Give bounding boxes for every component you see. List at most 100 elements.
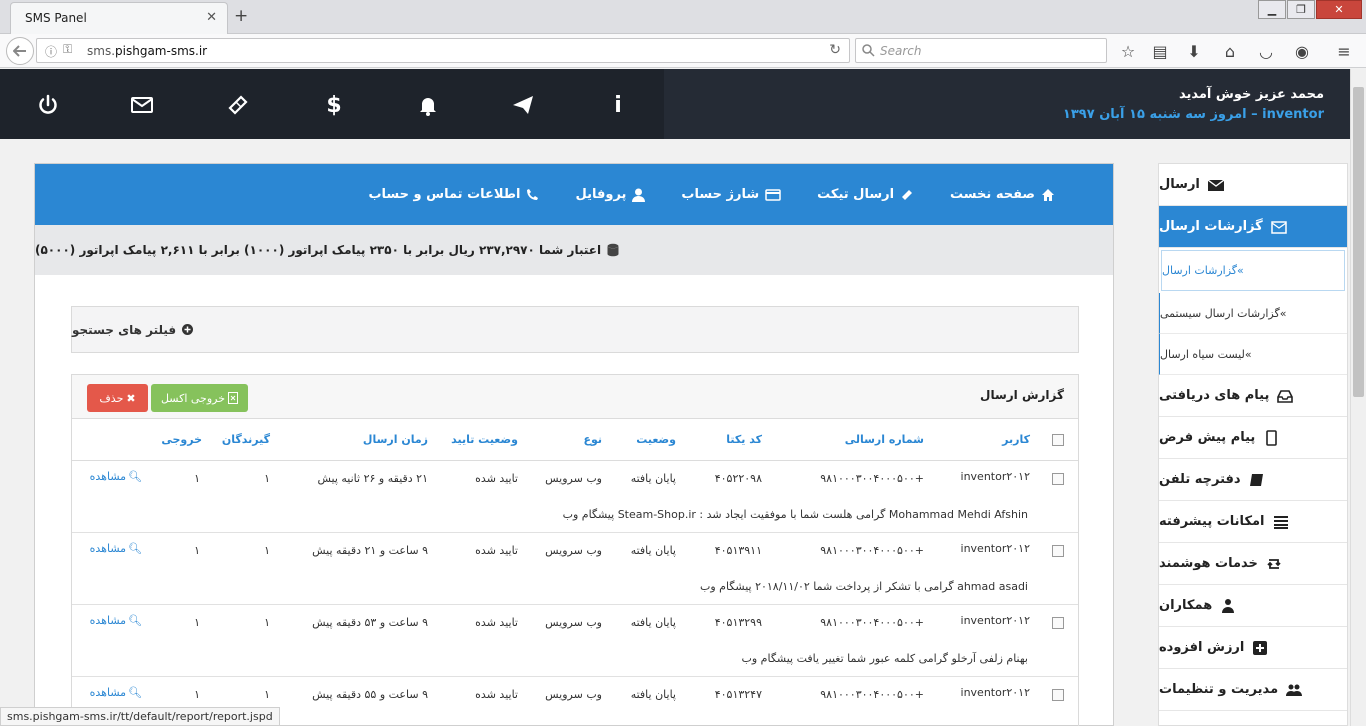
sidebar-subitem-system-reports[interactable]: » گزارشات ارسال سیستمی bbox=[1159, 293, 1347, 334]
column-recipients[interactable]: گیرندگان bbox=[222, 433, 270, 446]
delete-label: حذف bbox=[99, 391, 124, 405]
column-sender[interactable]: شماره ارسالی bbox=[845, 433, 924, 446]
delete-button[interactable]: ✖ حذف bbox=[87, 384, 148, 412]
plus-circle-icon bbox=[182, 324, 194, 335]
view-link[interactable]: 🔍︎ مشاهده bbox=[90, 686, 142, 699]
sidebar-item-value-added[interactable]: ارزش افزوده bbox=[1159, 627, 1347, 669]
reading-list-icon[interactable]: ▤ bbox=[1150, 41, 1170, 61]
sidebar-item-label: خدمات هوشمند bbox=[1159, 556, 1258, 571]
info-icon[interactable]: i bbox=[606, 93, 630, 118]
excel-export-button[interactable]: خروجی اکسل bbox=[151, 384, 248, 412]
row-checkbox[interactable] bbox=[1052, 473, 1064, 485]
row-checkbox[interactable] bbox=[1052, 617, 1064, 629]
sidebar-subitem-send-reports[interactable]: » گزارشات ارسال bbox=[1161, 250, 1345, 291]
home-icon[interactable]: ⌂ bbox=[1220, 41, 1240, 61]
cell-type: وب سرویس bbox=[545, 544, 602, 557]
search-icon: 🔍︎ bbox=[128, 686, 142, 699]
table-row: inventor۲۰۱۲ +۹۸۱۰۰۰۳۰۰۴۰۰۰۵۰۰ ۴۰۵۲۲۰۹۸ … bbox=[72, 461, 1078, 497]
cell-confirm: تایید شده bbox=[475, 616, 518, 629]
column-code[interactable]: کد یکتا bbox=[726, 433, 762, 446]
url-text: sms.pishgam-sms.ir bbox=[87, 44, 208, 58]
database-icon bbox=[607, 243, 619, 257]
nav-contact-label: اطلاعات تماس و حساب bbox=[368, 187, 521, 202]
cell-time: ۹ ساعت و ۵۳ دقیقه پیش bbox=[312, 616, 428, 629]
envelope-icon[interactable] bbox=[130, 93, 154, 117]
list-icon bbox=[1273, 515, 1288, 529]
new-tab-icon[interactable]: + bbox=[234, 6, 248, 26]
sidebar-item-label: همکاران bbox=[1159, 598, 1213, 613]
date-line: inventor – امروز سه شنبه ۱۵ آبان ۱۳۹۷ bbox=[1063, 107, 1324, 122]
cell-user: inventor۲۰۱۲ bbox=[960, 470, 1030, 483]
angle-double-left-icon: » bbox=[1244, 347, 1252, 361]
sidebar-item-label: ارسال bbox=[1159, 177, 1200, 192]
column-user[interactable]: کاربر bbox=[1002, 433, 1030, 446]
sidebar-item-default-message[interactable]: پیام پیش فرض bbox=[1159, 417, 1347, 459]
tab-close-icon[interactable]: ✕ bbox=[206, 10, 217, 25]
pocket-icon[interactable]: ◡ bbox=[1256, 41, 1276, 61]
column-type[interactable]: نوع bbox=[583, 433, 602, 446]
maximize-icon[interactable]: ❐ bbox=[1287, 0, 1315, 19]
inbox-icon bbox=[1277, 389, 1294, 403]
sidebar-item-colleagues[interactable]: همکاران bbox=[1159, 585, 1347, 627]
column-time[interactable]: زمان ارسال bbox=[363, 433, 428, 446]
view-label: مشاهده bbox=[89, 470, 127, 483]
sidebar-item-inbox[interactable]: پیام های دریافتی bbox=[1159, 375, 1347, 417]
column-confirm[interactable]: وضعیت تایید bbox=[451, 433, 518, 446]
nav-ticket[interactable]: ارسال تیکت bbox=[817, 187, 914, 202]
row-checkbox[interactable] bbox=[1052, 545, 1064, 557]
user-greeting-panel: محمد عزیز خوش آمدید inventor – امروز سه … bbox=[664, 69, 1350, 139]
nav-contact[interactable]: اطلاعات تماس و حساب bbox=[368, 187, 539, 202]
search-filter-toggle[interactable]: فیلتر های جستجو bbox=[71, 306, 1079, 353]
menu-icon[interactable]: ≡ bbox=[1334, 41, 1354, 61]
scrollbar-thumb[interactable] bbox=[1353, 87, 1364, 397]
sidebar-item-label: امکانات پیشرفته bbox=[1159, 514, 1265, 529]
ticket-icon[interactable] bbox=[226, 93, 250, 117]
angle-double-left-icon: » bbox=[1237, 264, 1244, 277]
extension-icon[interactable]: ◉ bbox=[1292, 41, 1312, 61]
info-icon[interactable]: ⓘ bbox=[45, 43, 57, 60]
url-bar[interactable]: ⓘ ⚿ sms.pishgam-sms.ir ↻ bbox=[36, 38, 850, 63]
dollar-icon[interactable]: $ bbox=[322, 93, 346, 118]
back-arrow-icon[interactable] bbox=[6, 37, 34, 65]
sidebar-item-phonebook[interactable]: دفترچه تلفن bbox=[1159, 459, 1347, 501]
table-row: inventor۲۰۱۲ +۹۸۱۰۰۰۳۰۰۴۰۰۰۵۰۰ ۴۰۵۱۳۹۱۱ … bbox=[72, 533, 1078, 569]
search-bar[interactable]: Search bbox=[855, 38, 1107, 63]
sidebar-item-send-reports[interactable]: گزارشات ارسال bbox=[1159, 206, 1347, 248]
column-status[interactable]: وضعیت bbox=[636, 433, 676, 446]
bell-icon[interactable] bbox=[416, 93, 440, 117]
report-title: گزارش ارسال bbox=[980, 388, 1064, 402]
cell-user: inventor۲۰۱۲ bbox=[960, 614, 1030, 627]
excel-export-label: خروجی اکسل bbox=[160, 391, 226, 405]
close-window-icon[interactable]: ✕ bbox=[1316, 0, 1362, 19]
sidebar-item-management[interactable]: مدیریت و تنظیمات bbox=[1159, 669, 1347, 711]
sidebar: ارسال گزارشات ارسال » گزارشات ارسال » گز… bbox=[1158, 163, 1348, 726]
cell-status: پایان یافته bbox=[630, 544, 676, 557]
star-icon[interactable]: ☆ bbox=[1118, 41, 1138, 61]
select-all-checkbox[interactable] bbox=[1052, 434, 1064, 446]
nav-home[interactable]: صفحه نخست bbox=[950, 187, 1055, 202]
power-icon[interactable] bbox=[36, 93, 60, 117]
view-link[interactable]: 🔍︎ مشاهده bbox=[90, 614, 142, 627]
main-card: صفحه نخست ارسال تیکت شارژ حساب پروفایل ا… bbox=[34, 163, 1114, 726]
send-icon[interactable] bbox=[511, 93, 535, 117]
download-icon[interactable]: ⬇ bbox=[1184, 41, 1204, 61]
column-output[interactable]: خروجی bbox=[161, 433, 202, 446]
message-text: Mohammad Mehdi Afshin گرامی هلست شما با … bbox=[562, 508, 1028, 521]
browser-tab-bar: SMS Panel ✕ + ▁ ❐ ✕ bbox=[0, 0, 1366, 34]
minimize-icon[interactable]: ▁ bbox=[1258, 0, 1286, 19]
view-link[interactable]: 🔍︎ مشاهده bbox=[90, 542, 142, 555]
nav-profile[interactable]: پروفایل bbox=[575, 187, 646, 202]
view-link[interactable]: 🔍︎ مشاهده bbox=[90, 470, 142, 483]
browser-tab[interactable]: SMS Panel ✕ bbox=[10, 2, 228, 34]
username[interactable]: inventor bbox=[1262, 107, 1324, 122]
nav-charge[interactable]: شارژ حساب bbox=[681, 187, 781, 202]
sidebar-item-send[interactable]: ارسال bbox=[1159, 164, 1347, 206]
key-icon: ⚿ bbox=[63, 42, 73, 56]
row-checkbox[interactable] bbox=[1052, 689, 1064, 701]
reload-icon[interactable]: ↻ bbox=[829, 42, 841, 58]
ticket-icon bbox=[902, 189, 913, 200]
sidebar-item-smart-services[interactable]: خدمات هوشمند bbox=[1159, 543, 1347, 585]
sidebar-item-advanced[interactable]: امکانات پیشرفته bbox=[1159, 501, 1347, 543]
page-scrollbar[interactable] bbox=[1350, 69, 1366, 726]
sidebar-subitem-blacklist[interactable]: » لیست سیاه ارسال bbox=[1159, 334, 1347, 375]
